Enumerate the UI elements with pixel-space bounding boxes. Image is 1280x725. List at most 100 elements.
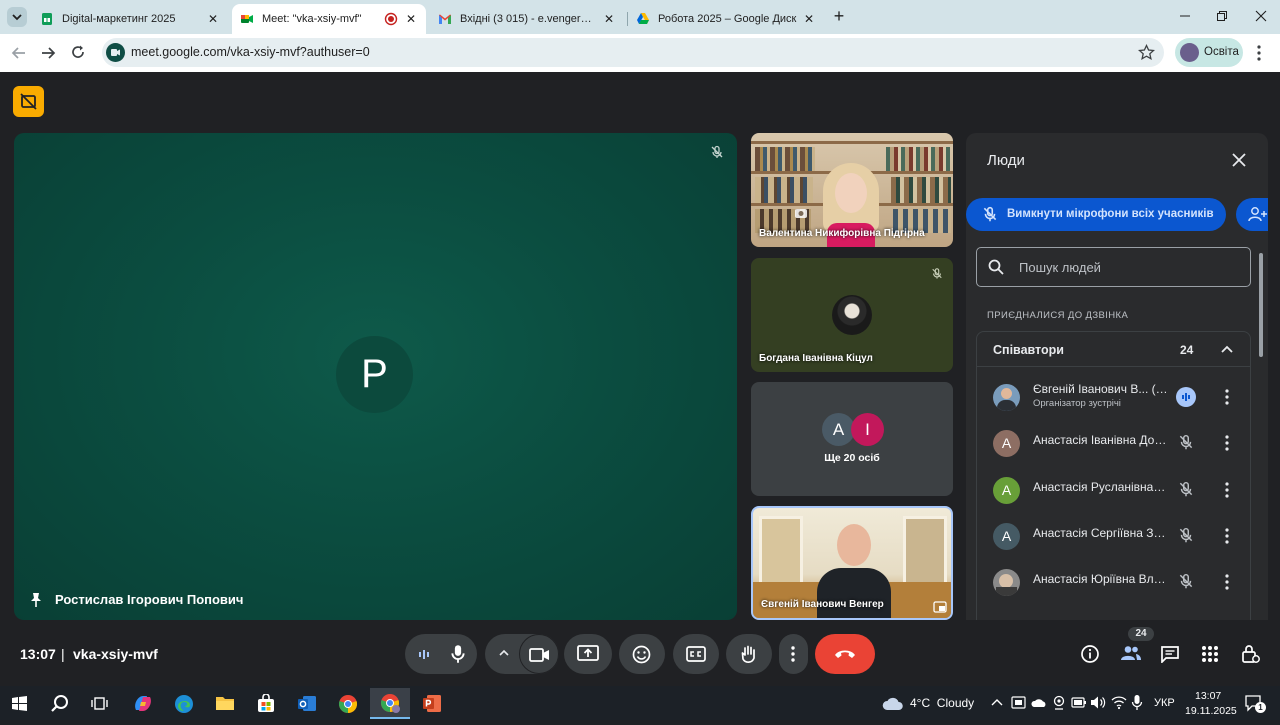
taskbar-edge[interactable]	[164, 688, 204, 719]
more-options-icon[interactable]	[1223, 527, 1231, 545]
reload-icon[interactable]	[69, 43, 87, 61]
browser-tab-drive[interactable]: Робота 2025 – Google Диск ✕	[628, 4, 824, 34]
clock-date[interactable]: 19.11.2025	[1185, 705, 1237, 717]
participant-row[interactable]: Анастасія Юріївна Вла...	[966, 559, 1256, 605]
more-options-icon[interactable]	[1223, 481, 1231, 499]
taskbar-chrome-profile[interactable]	[370, 688, 410, 719]
pin-icon[interactable]	[29, 592, 43, 608]
participant-name: Валентина Никифорівна Підгірна	[759, 228, 925, 239]
new-tab-button[interactable]: +	[830, 6, 848, 26]
profile-button[interactable]: Освіта	[1175, 38, 1243, 67]
taskbar-outlook[interactable]	[287, 688, 327, 719]
chat-icon[interactable]	[1160, 645, 1180, 663]
mute-all-button[interactable]: Вимкнути мікрофони всіх учасників	[966, 198, 1226, 231]
present-screen-button[interactable]	[564, 634, 612, 674]
volume-icon[interactable]	[1090, 695, 1106, 710]
raise-hand-button[interactable]	[726, 634, 772, 674]
onedrive-icon[interactable]	[1031, 695, 1047, 709]
browser-tab-sheets[interactable]: Digital-маркетинг 2025 ✕	[32, 4, 228, 34]
battery-icon[interactable]	[1071, 696, 1087, 709]
mic-off-icon[interactable]	[1178, 434, 1194, 451]
participant-row[interactable]: A Анастасія Сергіївна За...	[966, 513, 1256, 559]
group-header[interactable]: Співавтори 24	[977, 332, 1250, 366]
participant-row[interactable]: A Анастасія Русланівна Г...	[966, 467, 1256, 513]
participant-row[interactable]: A Анастасія Іванівна Доб...	[966, 420, 1256, 466]
tab-search-button[interactable]	[7, 7, 27, 27]
more-options-button[interactable]	[779, 634, 808, 674]
people-count-badge: 24	[1128, 627, 1154, 641]
self-video-tile[interactable]: Євгеній Іванович Венгер	[751, 506, 953, 620]
notification-center-button[interactable]: 1	[1244, 693, 1266, 713]
meeting-info-icon[interactable]	[1080, 644, 1100, 664]
group-label: Співавтори	[993, 343, 1064, 357]
more-options-icon[interactable]	[1223, 388, 1231, 406]
close-tab-icon[interactable]: ✕	[602, 12, 616, 26]
close-window-button[interactable]	[1253, 8, 1269, 24]
task-view-icon[interactable]	[91, 695, 109, 712]
minimize-window-button[interactable]	[1177, 8, 1193, 24]
host-controls-icon[interactable]	[1241, 643, 1261, 665]
taskbar-copilot[interactable]	[123, 688, 163, 719]
add-people-button[interactable]	[1236, 198, 1268, 231]
taskbar-store[interactable]	[246, 688, 286, 719]
tray-app-icon[interactable]	[1011, 695, 1026, 710]
taskbar-file-explorer[interactable]	[205, 688, 245, 719]
close-tab-icon[interactable]: ✕	[802, 12, 816, 26]
reactions-button[interactable]	[619, 634, 665, 674]
captions-button[interactable]	[673, 634, 719, 674]
browser-tab-gmail[interactable]: Вхідні (3 015) - e.venger@chnu ✕	[430, 4, 624, 34]
clock-time[interactable]: 13:07	[1195, 690, 1221, 702]
browser-tab-meet[interactable]: Meet: "vka-xsiy-mvf" ✕	[232, 4, 426, 34]
close-tab-icon[interactable]: ✕	[404, 12, 418, 26]
participant-tile[interactable]: Валентина Никифорівна Підгірна	[751, 133, 953, 247]
activities-icon[interactable]	[1201, 645, 1219, 663]
search-icon[interactable]	[50, 694, 70, 714]
windows-taskbar: 4°C Cloudy УКР 13:07 19.11.2025 1	[0, 686, 1280, 720]
windows-start-icon[interactable]	[12, 696, 27, 711]
back-icon[interactable]	[10, 44, 28, 62]
picture-in-picture-icon[interactable]	[933, 601, 947, 613]
mic-off-icon[interactable]	[1178, 527, 1194, 544]
mic-off-icon[interactable]	[1178, 573, 1194, 590]
gmail-icon	[439, 14, 451, 24]
more-options-icon[interactable]	[1223, 573, 1231, 591]
browser-menu-icon[interactable]	[1255, 44, 1263, 62]
close-tab-icon[interactable]: ✕	[206, 12, 220, 26]
mic-off-icon[interactable]	[1178, 481, 1194, 498]
maximize-window-button[interactable]	[1214, 8, 1230, 24]
chevron-up-icon[interactable]	[991, 698, 1003, 706]
more-participants-tile[interactable]: A I Ще 20 осіб	[751, 382, 953, 496]
address-bar[interactable]: meet.google.com/vka-xsiy-mvf?authuser=0	[102, 38, 1164, 67]
taskbar-powerpoint[interactable]	[412, 688, 452, 719]
site-info-icon[interactable]	[106, 43, 125, 62]
minimize-icon	[1180, 15, 1190, 17]
main-participant-name: Ростислав Ігорович Попович	[55, 592, 244, 607]
microphone-icon[interactable]	[1131, 694, 1143, 711]
edge-browser-icon	[175, 695, 193, 713]
weather-label[interactable]: 4°C Cloudy	[910, 696, 974, 710]
language-indicator[interactable]: УКР	[1154, 697, 1175, 709]
more-options-icon[interactable]	[1223, 434, 1231, 452]
camera-control[interactable]	[485, 634, 559, 674]
webcam-icon[interactable]	[1052, 695, 1066, 711]
participant-row[interactable]: Євгеній Іванович В... (Ви) Організатор з…	[966, 374, 1256, 420]
microphone-control[interactable]	[405, 634, 477, 674]
host-controls-button[interactable]	[13, 86, 44, 117]
people-button[interactable]: 24	[1116, 627, 1154, 669]
emoji-icon	[632, 645, 651, 664]
add-person-icon	[1248, 207, 1267, 222]
search-people-input[interactable]: Пошук людей	[976, 247, 1251, 287]
bookmark-star-icon[interactable]	[1138, 44, 1155, 61]
camera-toggle[interactable]	[519, 634, 559, 674]
mic-off-icon	[932, 268, 942, 279]
copilot-icon	[135, 696, 151, 711]
main-participant-tile[interactable]: P Ростислав Ігорович Попович	[14, 133, 737, 620]
panel-scrollbar[interactable]	[1259, 253, 1263, 357]
taskbar-chrome[interactable]	[328, 688, 368, 719]
leave-call-button[interactable]	[815, 634, 875, 674]
participant-tile[interactable]: Богдана Іванівна Кіцул	[751, 258, 953, 372]
forward-icon[interactable]	[39, 44, 57, 62]
close-icon[interactable]	[1231, 152, 1247, 168]
group-divider	[977, 366, 1250, 367]
wifi-icon[interactable]	[1111, 695, 1127, 710]
